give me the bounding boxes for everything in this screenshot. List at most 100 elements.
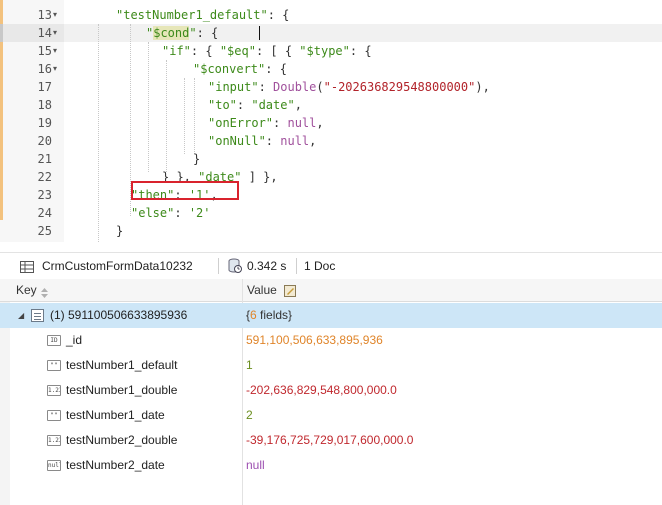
value-edit-icon[interactable]: [284, 284, 296, 302]
row-value: -202,636,829,548,800,000.0: [246, 383, 397, 397]
value-column-header[interactable]: Value: [247, 283, 277, 298]
code-quote: ": [189, 26, 197, 40]
table-row[interactable]: ID _id 591,100,506,633,895,936: [0, 328, 662, 353]
code-null: null: [287, 116, 317, 130]
result-toolbar: CrmCustomFormData10232 0.342 s 1 Doc: [0, 252, 662, 278]
code-editor[interactable]: 13 14 15 16 17 18 19 20 21 22 23 24 25 ▾…: [0, 0, 662, 242]
fold-arrow-icon[interactable]: ▾: [53, 42, 57, 60]
indent-guide: [184, 78, 185, 154]
key-column-header[interactable]: Key: [16, 283, 37, 298]
row-value: null: [246, 458, 265, 472]
row-value: {6 fields}: [246, 308, 292, 323]
code-key: "else": [131, 206, 175, 220]
line-number: 20: [37, 134, 52, 148]
code-key: "to": [208, 98, 237, 112]
row-key: testNumber1_default: [66, 358, 178, 372]
code-number-string: "-202636829548800000": [323, 80, 476, 94]
code-line-24: "else": '2': [131, 204, 211, 222]
line-number: 25: [37, 224, 52, 238]
table-row[interactable]: null testNumber2_date null: [0, 453, 662, 478]
code-punct: :: [236, 98, 252, 112]
code-punct: : {: [267, 8, 290, 22]
sort-icon[interactable]: [41, 285, 48, 303]
code-line-15: "if": { "$eq": [ { "$type": {: [162, 42, 372, 60]
code-string: '2': [188, 206, 211, 220]
code-key: "if": [162, 44, 191, 58]
line-number: 19: [37, 116, 52, 130]
code-line-14: "$cond": {: [146, 24, 218, 42]
field-count: 6: [250, 308, 257, 322]
code-punct: : {: [190, 44, 220, 58]
table-row[interactable]: 1.23 testNumber2_double -39,176,725,729,…: [0, 428, 662, 453]
code-text-area[interactable]: "testNumber1_default": { "$cond": { "if"…: [64, 0, 662, 242]
toolbar-separator: [218, 258, 219, 274]
document-icon: [31, 309, 44, 322]
code-line-17: "input": Double("-202636829548800000"),: [208, 78, 490, 96]
line-number: 21: [37, 152, 52, 166]
code-punct: ),: [475, 80, 490, 94]
line-number: 15: [37, 44, 52, 58]
code-line-16: "$convert": {: [193, 60, 287, 78]
code-key: "$type": [299, 44, 350, 58]
code-punct: }: [193, 152, 201, 166]
code-line-18: "to": "date",: [208, 96, 302, 114]
indent-guide: [148, 42, 149, 172]
text-caret: [259, 26, 260, 40]
code-punct: : [ {: [255, 44, 300, 58]
field-type-icon: ID: [47, 335, 61, 346]
line-number-gutter: 13 14 15 16 17 18 19 20 21 22 23 24 25 ▾…: [0, 0, 64, 242]
code-punct: ] },: [241, 170, 278, 184]
timer-icon: [228, 258, 242, 274]
code-punct: (: [316, 80, 324, 94]
row-value: 2: [246, 408, 253, 422]
table-row[interactable]: "" testNumber1_date 2: [0, 403, 662, 428]
table-row-root[interactable]: ◢ (1) 591100506633895936 {6 fields}: [0, 303, 662, 328]
code-function: Double: [273, 80, 317, 94]
fields-label: fields}: [256, 308, 293, 322]
code-punct: : {: [196, 26, 219, 40]
code-key: "testNumber1_default": [116, 8, 268, 22]
gutter-active-marker: [0, 24, 3, 42]
code-punct: : {: [265, 62, 287, 76]
code-punct: :: [273, 116, 288, 130]
field-type-icon: null: [47, 460, 61, 471]
row-value: 591,100,506,633,895,936: [246, 333, 383, 347]
toolbar-separator: [296, 258, 297, 274]
code-punct: ,: [294, 98, 302, 112]
code-key: "onError": [208, 116, 274, 130]
indent-guide: [98, 24, 99, 242]
collection-name: CrmCustomFormData10232: [42, 259, 193, 273]
field-type-icon: 1.23: [47, 385, 61, 396]
line-number: 14: [37, 26, 52, 40]
code-key: "onNull": [208, 134, 266, 148]
field-type-icon: "": [47, 360, 61, 371]
code-line-25: }: [116, 222, 123, 240]
row-value: -39,176,725,729,017,600,000.0: [246, 433, 414, 447]
field-type-icon: 1.23: [47, 435, 61, 446]
code-line-21: }: [193, 150, 200, 168]
code-key: "input": [208, 80, 259, 94]
row-value: 1: [246, 358, 253, 372]
line-number: 24: [37, 206, 52, 220]
code-punct: ,: [316, 116, 324, 130]
code-punct: }: [116, 224, 124, 238]
code-punct: :: [265, 134, 281, 148]
code-line-20: "onNull": null,: [208, 132, 316, 150]
expand-arrow-icon[interactable]: ◢: [18, 311, 24, 320]
row-key: testNumber1_double: [66, 383, 178, 397]
fold-arrow-icon[interactable]: ▾: [53, 6, 57, 24]
line-number: 16: [37, 62, 52, 76]
table-row[interactable]: "" testNumber1_default 1: [0, 353, 662, 378]
collection-icon: [20, 260, 34, 273]
line-number: 13: [37, 8, 52, 22]
line-number: 17: [37, 80, 52, 94]
code-line-19: "onError": null,: [208, 114, 324, 132]
fold-arrow-icon[interactable]: ▾: [53, 60, 57, 78]
code-punct: ,: [309, 134, 317, 148]
code-key: "$convert": [193, 62, 266, 76]
fold-arrow-icon[interactable]: ▾: [53, 24, 57, 42]
line-number: 18: [37, 98, 52, 112]
code-line-13: "testNumber1_default": {: [116, 6, 289, 24]
table-row[interactable]: 1.23 testNumber1_double -202,636,829,548…: [0, 378, 662, 403]
row-key: (1) 591100506633895936: [50, 308, 188, 322]
